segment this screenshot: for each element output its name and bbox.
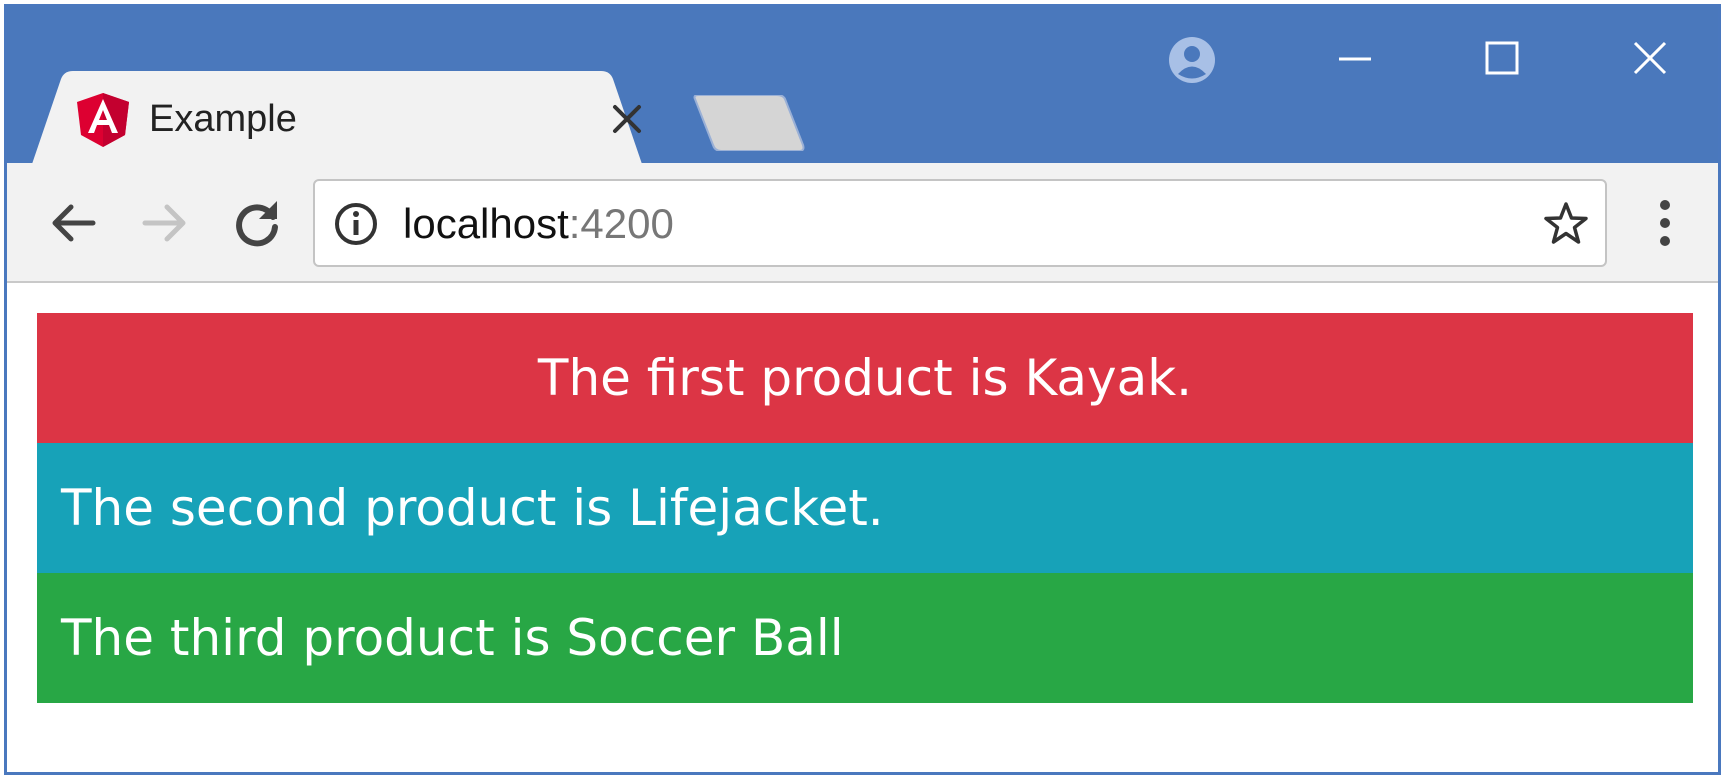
back-arrow-icon[interactable] xyxy=(45,195,101,251)
product-row-first: The first product is Kayak. xyxy=(37,313,1693,443)
reload-icon[interactable] xyxy=(229,195,285,251)
profile-icon[interactable] xyxy=(1167,35,1217,85)
tab-title: Example xyxy=(149,98,297,140)
browser-window: Example localhost:4200 The first product… xyxy=(4,4,1721,775)
close-window-icon[interactable] xyxy=(1619,31,1679,87)
kebab-menu-icon[interactable] xyxy=(1637,193,1693,253)
maximize-icon[interactable] xyxy=(1471,31,1531,87)
product-row-third: The third product is Soccer Ball xyxy=(37,573,1693,703)
forward-arrow-icon[interactable] xyxy=(137,195,193,251)
page-content: The first product is Kayak. The second p… xyxy=(7,283,1718,772)
product-row-second: The second product is Lifejacket. xyxy=(37,443,1693,573)
minimize-icon[interactable] xyxy=(1325,31,1385,87)
info-icon[interactable] xyxy=(333,201,379,247)
new-tab-button[interactable] xyxy=(693,94,805,152)
url-text[interactable]: localhost:4200 xyxy=(403,201,674,247)
tab-background xyxy=(31,71,643,167)
title-bar: Example xyxy=(7,7,1718,167)
url-port: :4200 xyxy=(568,200,674,247)
product-list: The first product is Kayak. The second p… xyxy=(37,313,1693,703)
browser-toolbar: localhost:4200 xyxy=(7,163,1718,283)
url-host: localhost xyxy=(403,200,569,247)
bookmark-star-icon[interactable] xyxy=(1541,199,1591,249)
angular-logo-icon xyxy=(77,93,129,147)
address-bar[interactable]: localhost:4200 xyxy=(313,179,1607,267)
tab-example[interactable]: Example xyxy=(31,71,701,167)
close-tab-icon[interactable] xyxy=(609,101,645,137)
